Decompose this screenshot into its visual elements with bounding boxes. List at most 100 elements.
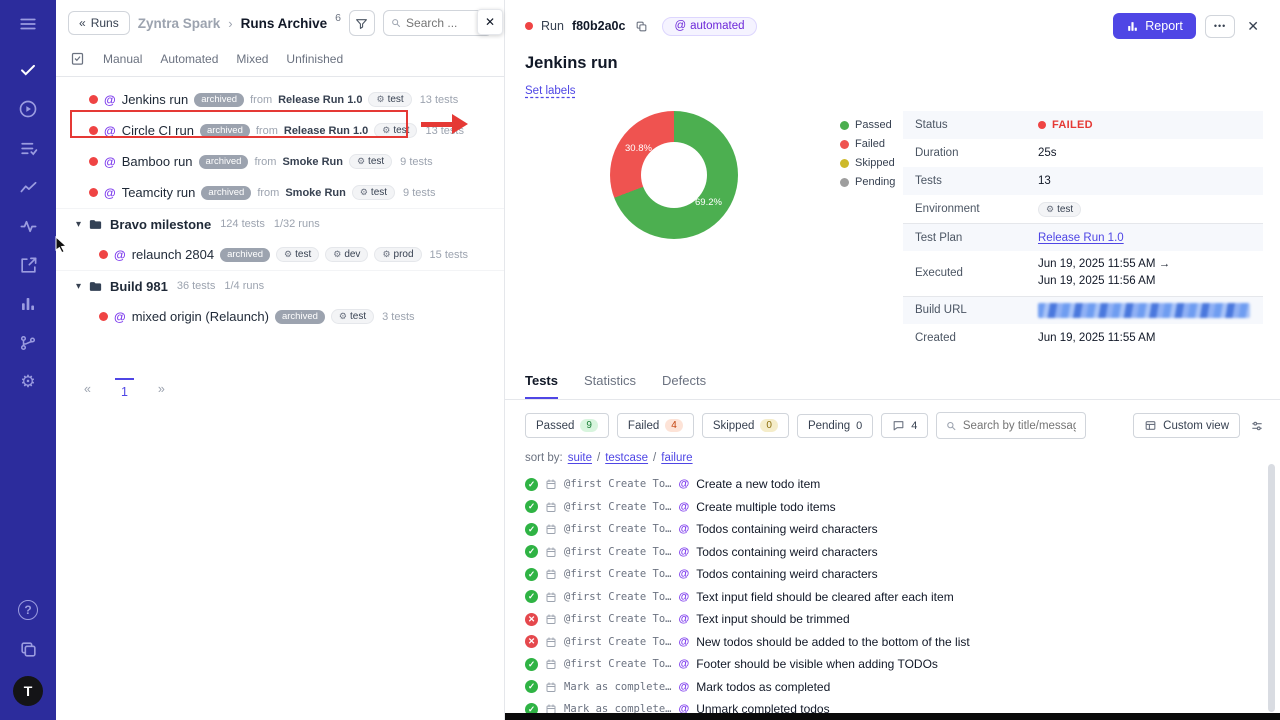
automated-icon: @ xyxy=(678,523,689,535)
executed-start: Jun 19, 2025 11:55 AM → xyxy=(1038,258,1170,270)
tab-tests[interactable]: Tests xyxy=(525,373,558,399)
set-labels-link[interactable]: Set labels xyxy=(525,85,576,97)
tab-automated[interactable]: Automated xyxy=(160,52,218,66)
bar-chart-icon[interactable] xyxy=(16,292,40,316)
gear-icon: ⚙ xyxy=(357,156,365,167)
test-row[interactable]: ✓ Mark as complete… @ Mark todos as comp… xyxy=(525,676,1280,699)
folder-row-bravo-milestone[interactable]: ▾ Bravo milestone 124 tests 1/32 runs xyxy=(56,208,504,239)
run-title: Jenkins run xyxy=(122,92,188,107)
filter-passed-button[interactable]: Passed 9 xyxy=(525,413,609,438)
layout-icon xyxy=(1144,419,1157,432)
copy-icon[interactable] xyxy=(635,20,648,33)
build-url-redacted xyxy=(1038,303,1250,318)
run-title-heading: Jenkins run xyxy=(505,49,1280,73)
detail-close-button[interactable]: ✕ xyxy=(1244,18,1262,35)
detail-row-test-plan: Test Plan Release Run 1.0 xyxy=(903,223,1263,251)
detail-tabs: Tests Statistics Defects xyxy=(505,361,1280,400)
test-row[interactable]: ✓ @first Create To… @ Todos containing w… xyxy=(525,541,1280,564)
tag-test: ⚙test xyxy=(374,123,417,138)
run-row-relaunch-2804[interactable]: @ relaunch 2804 archived ⚙test ⚙dev ⚙pro… xyxy=(56,239,504,270)
folder-tests-count: 124 tests xyxy=(220,218,265,230)
activity-pulse-icon[interactable] xyxy=(16,214,40,238)
header-actions: Report ••• ✕ xyxy=(1113,13,1262,39)
display-settings-icon[interactable] xyxy=(1248,417,1266,435)
menu-icon[interactable] xyxy=(16,12,40,36)
test-row[interactable]: ✓ @first Create To… @ Create a new todo … xyxy=(525,473,1280,496)
panel-close-button[interactable]: ✕ xyxy=(477,9,503,35)
test-row[interactable]: ✕ @first Create To… @ Text input should … xyxy=(525,608,1280,631)
gear-icon[interactable]: ⚙ xyxy=(16,370,40,394)
chevron-down-icon[interactable]: ▾ xyxy=(76,281,81,292)
run-title: relaunch 2804 xyxy=(132,247,214,262)
tab-defects[interactable]: Defects xyxy=(662,373,706,399)
app-logo[interactable]: T xyxy=(13,676,43,706)
test-search[interactable] xyxy=(936,412,1086,439)
run-status-dot xyxy=(89,95,98,104)
sort-by-failure[interactable]: failure xyxy=(661,452,692,464)
bulk-select-icon[interactable] xyxy=(70,51,85,66)
filter-button[interactable] xyxy=(349,10,375,36)
folder-icon xyxy=(88,279,103,294)
test-row[interactable]: ✓ @first Create To… @ Create multiple to… xyxy=(525,496,1280,519)
report-label: Report xyxy=(1145,19,1183,33)
tab-unfinished[interactable]: Unfinished xyxy=(286,52,343,66)
test-row[interactable]: ✓ @first Create To… @ Text input field s… xyxy=(525,586,1280,609)
run-detail-panel: Run f80b2a0c @ automated Report ••• ✕ Je… xyxy=(505,0,1280,720)
projects-icon[interactable] xyxy=(16,637,40,661)
runs-list-icon[interactable] xyxy=(16,136,40,160)
tab-manual[interactable]: Manual xyxy=(103,52,142,66)
test-row[interactable]: ✓ @first Create To… @ Footer should be v… xyxy=(525,653,1280,676)
sort-by-testcase[interactable]: testcase xyxy=(605,452,648,464)
more-options-button[interactable]: ••• xyxy=(1205,15,1235,38)
back-to-runs-button[interactable]: « Runs xyxy=(68,11,130,35)
folder-row-build-981[interactable]: ▾ Build 981 36 tests 1/4 runs xyxy=(56,270,504,301)
failed-count-chip: 4 xyxy=(665,419,683,432)
tag-test: ⚙test xyxy=(352,185,395,200)
scrollbar[interactable] xyxy=(1268,464,1275,712)
filter-failed-button[interactable]: Failed 4 xyxy=(617,413,694,438)
line-chart-icon[interactable] xyxy=(16,175,40,199)
filter-skipped-button[interactable]: Skipped 0 xyxy=(702,413,789,438)
test-row[interactable]: ✓ @first Create To… @ Todos containing w… xyxy=(525,563,1280,586)
tab-mixed[interactable]: Mixed xyxy=(236,52,268,66)
chevron-down-icon[interactable]: ▾ xyxy=(76,219,81,230)
export-icon[interactable] xyxy=(16,253,40,277)
page-prev-button[interactable]: « xyxy=(84,382,91,396)
run-row-mixed-origin[interactable]: @ mixed origin (Relaunch) archived ⚙test… xyxy=(56,301,504,332)
passed-icon: ✓ xyxy=(525,680,538,693)
check-icon[interactable] xyxy=(16,58,40,82)
suite-name: @first Create To… xyxy=(564,501,671,513)
test-search-input[interactable] xyxy=(963,420,1077,432)
page-number-1[interactable]: 1 xyxy=(115,378,134,399)
run-row-teamcity[interactable]: @ Teamcity run archived from Smoke Run ⚙… xyxy=(56,177,504,208)
filter-comments-button[interactable]: 4 xyxy=(881,413,928,438)
git-branch-icon[interactable] xyxy=(16,331,40,355)
help-icon[interactable]: ? xyxy=(16,598,40,622)
test-row[interactable]: ✓ @first Create To… @ Todos containing w… xyxy=(525,518,1280,541)
runs-search[interactable] xyxy=(383,10,492,36)
tag-prod: ⚙prod xyxy=(374,247,421,262)
automated-icon: @ xyxy=(678,613,689,625)
custom-view-button[interactable]: Custom view xyxy=(1133,413,1240,438)
test-plan-link[interactable]: Release Run 1.0 xyxy=(1038,232,1124,244)
filter-pending-button[interactable]: Pending 0 xyxy=(797,414,873,438)
automated-icon: @ xyxy=(678,546,689,558)
run-status-dot xyxy=(99,312,108,321)
run-row-bamboo[interactable]: @ Bamboo run archived from Smoke Run ⚙te… xyxy=(56,146,504,177)
mixed-run-icon: @ xyxy=(114,310,126,324)
test-row[interactable]: ✕ @first Create To… @ New todos should b… xyxy=(525,631,1280,654)
run-row-jenkins[interactable]: @ Jenkins run archived from Release Run … xyxy=(56,84,504,115)
from-run-name: Smoke Run xyxy=(285,187,346,199)
run-row-circle-ci[interactable]: @ Circle CI run archived from Release Ru… xyxy=(56,115,504,146)
comment-icon xyxy=(892,419,905,432)
play-circle-icon[interactable] xyxy=(16,97,40,121)
tab-statistics[interactable]: Statistics xyxy=(584,373,636,399)
back-label: Runs xyxy=(91,16,119,30)
breadcrumb-project[interactable]: Zyntra Spark xyxy=(138,16,221,31)
tag-label: test xyxy=(393,125,409,136)
runs-search-input[interactable] xyxy=(406,16,484,30)
report-button[interactable]: Report xyxy=(1113,13,1196,39)
page-next-button[interactable]: » xyxy=(158,382,165,396)
sort-by-suite[interactable]: suite xyxy=(568,452,592,464)
from-label: from xyxy=(256,125,278,137)
